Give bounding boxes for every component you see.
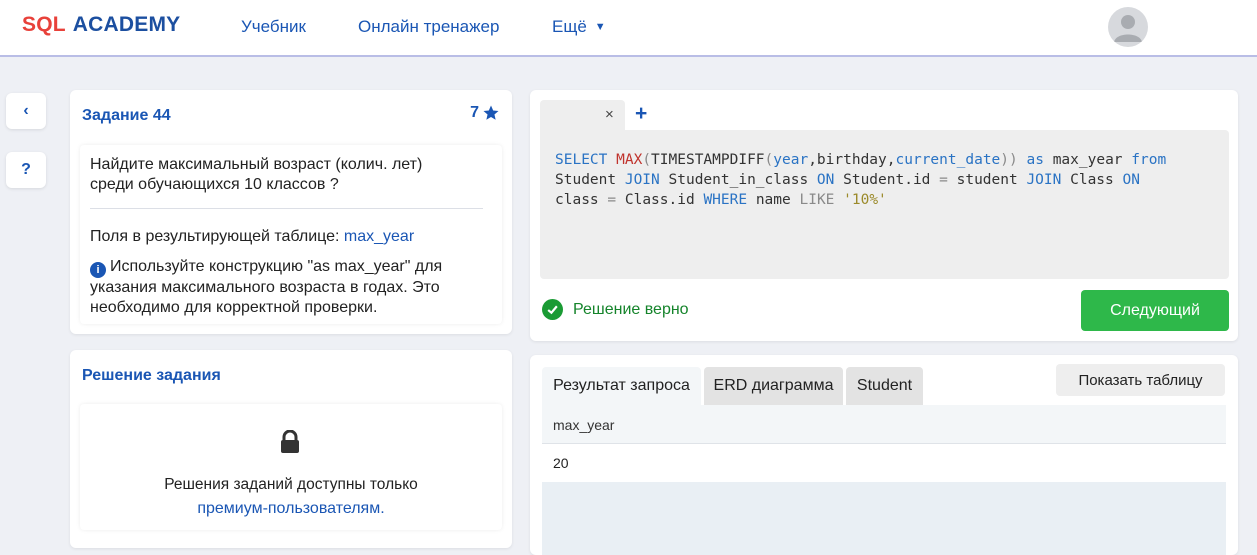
result-fields: Поля в результирующей таблице: max_year	[90, 227, 414, 247]
chevron-left-icon: ‹	[23, 102, 29, 119]
code-token: Student_in_class	[668, 172, 817, 188]
code-token: ,birthday,	[808, 152, 896, 168]
hint-text: Используйте конструкцию "as max_year" дл…	[90, 258, 443, 316]
nav-more[interactable]: Ещё ▼	[552, 17, 606, 37]
back-button[interactable]: ‹	[6, 93, 46, 129]
nav-more-label: Ещё	[552, 17, 587, 36]
logo-sql: SQL	[22, 13, 66, 36]
column-header: max_year	[542, 405, 1226, 444]
question-icon: ?	[21, 161, 31, 178]
task-card: Задание 44 7 Найдите максимальный возрас…	[70, 90, 512, 334]
code-token: from	[1131, 152, 1167, 168]
code-token: =	[607, 192, 625, 208]
code-token: JOIN	[624, 172, 669, 188]
fields-label: Поля в результирующей таблице:	[90, 228, 340, 245]
chevron-down-icon: ▼	[594, 21, 606, 33]
nav-tutorial[interactable]: Учебник	[241, 17, 306, 37]
user-avatar-icon[interactable]	[1108, 7, 1148, 47]
code-token: class	[555, 192, 599, 208]
code-token: Student.id	[843, 172, 940, 188]
status-text: Решение верно	[573, 300, 689, 318]
code-token: LIKE	[799, 192, 844, 208]
close-icon[interactable]: ×	[605, 106, 614, 123]
info-icon: i	[90, 262, 106, 278]
fields-value: max_year	[343, 228, 415, 245]
premium-link[interactable]: премиум-пользователям.	[80, 500, 502, 518]
code-token: WHERE	[703, 192, 756, 208]
help-button[interactable]: ?	[6, 152, 46, 188]
code-token: JOIN	[1026, 172, 1071, 188]
code-token: as	[1026, 152, 1053, 168]
code-token: '10%'	[843, 192, 887, 208]
tab-query-result[interactable]: Результат запроса	[542, 367, 701, 405]
nav-online-trainer[interactable]: Онлайн тренажер	[358, 17, 499, 37]
points-value: 7	[470, 104, 479, 121]
logo[interactable]: SQL ACADEMY	[22, 13, 180, 37]
check-circle-icon	[542, 299, 563, 320]
code-token: year	[773, 152, 809, 168]
code-token: =	[939, 172, 957, 188]
code-token: TIMESTAMPDIFF	[651, 152, 765, 168]
task-points: 7	[470, 104, 500, 122]
code-token: SELECT	[555, 152, 617, 168]
status-message: Решение верно	[542, 299, 689, 320]
show-table-button[interactable]: Показать таблицу	[1056, 364, 1225, 396]
code-token: (	[642, 152, 652, 168]
sql-code[interactable]: SELECT MAX(TIMESTAMPDIFF(year,birthday,c…	[555, 150, 1215, 210]
code-token: (	[764, 152, 774, 168]
task-question: Найдите максимальный возраст (колич. лет…	[90, 156, 423, 193]
code-token: student	[956, 172, 1027, 188]
solution-locked-box: Решения заданий доступны только премиум-…	[80, 404, 502, 530]
tab-erd-diagram[interactable]: ERD диаграмма	[704, 367, 843, 405]
code-token: name	[755, 192, 800, 208]
lock-icon	[281, 430, 299, 453]
task-hint: i Используйте конструкцию "as max_year" д…	[90, 257, 475, 318]
table-cell: 20	[542, 444, 1226, 482]
star-icon	[483, 105, 499, 120]
tab-student[interactable]: Student	[846, 367, 923, 405]
add-tab-button[interactable]: +	[635, 102, 647, 126]
code-token: Student	[555, 172, 617, 188]
code-token: current_date	[895, 152, 1001, 168]
results-table: max_year 20	[542, 405, 1226, 555]
code-token: max_year	[1052, 152, 1132, 168]
code-token: ON	[1122, 172, 1140, 188]
code-token: MAX	[616, 152, 643, 168]
locked-text: Решения заданий доступны только	[164, 476, 418, 493]
code-token: ON	[816, 172, 844, 188]
code-token: Class	[1070, 172, 1123, 188]
divider	[90, 208, 483, 209]
solution-title: Решение задания	[82, 367, 221, 384]
solution-card: Решение задания Решения заданий доступны…	[70, 350, 512, 548]
next-button[interactable]: Следующий	[1081, 290, 1229, 331]
code-token: Class.id	[624, 192, 704, 208]
logo-academy: ACADEMY	[72, 13, 181, 36]
task-body: Найдите максимальный возраст (колич. лет…	[80, 145, 502, 324]
code-token: ))	[1000, 152, 1027, 168]
task-title: Задание 44	[82, 107, 171, 124]
top-navbar: SQL ACADEMY Учебник Онлайн тренажер Ещё …	[0, 0, 1257, 57]
